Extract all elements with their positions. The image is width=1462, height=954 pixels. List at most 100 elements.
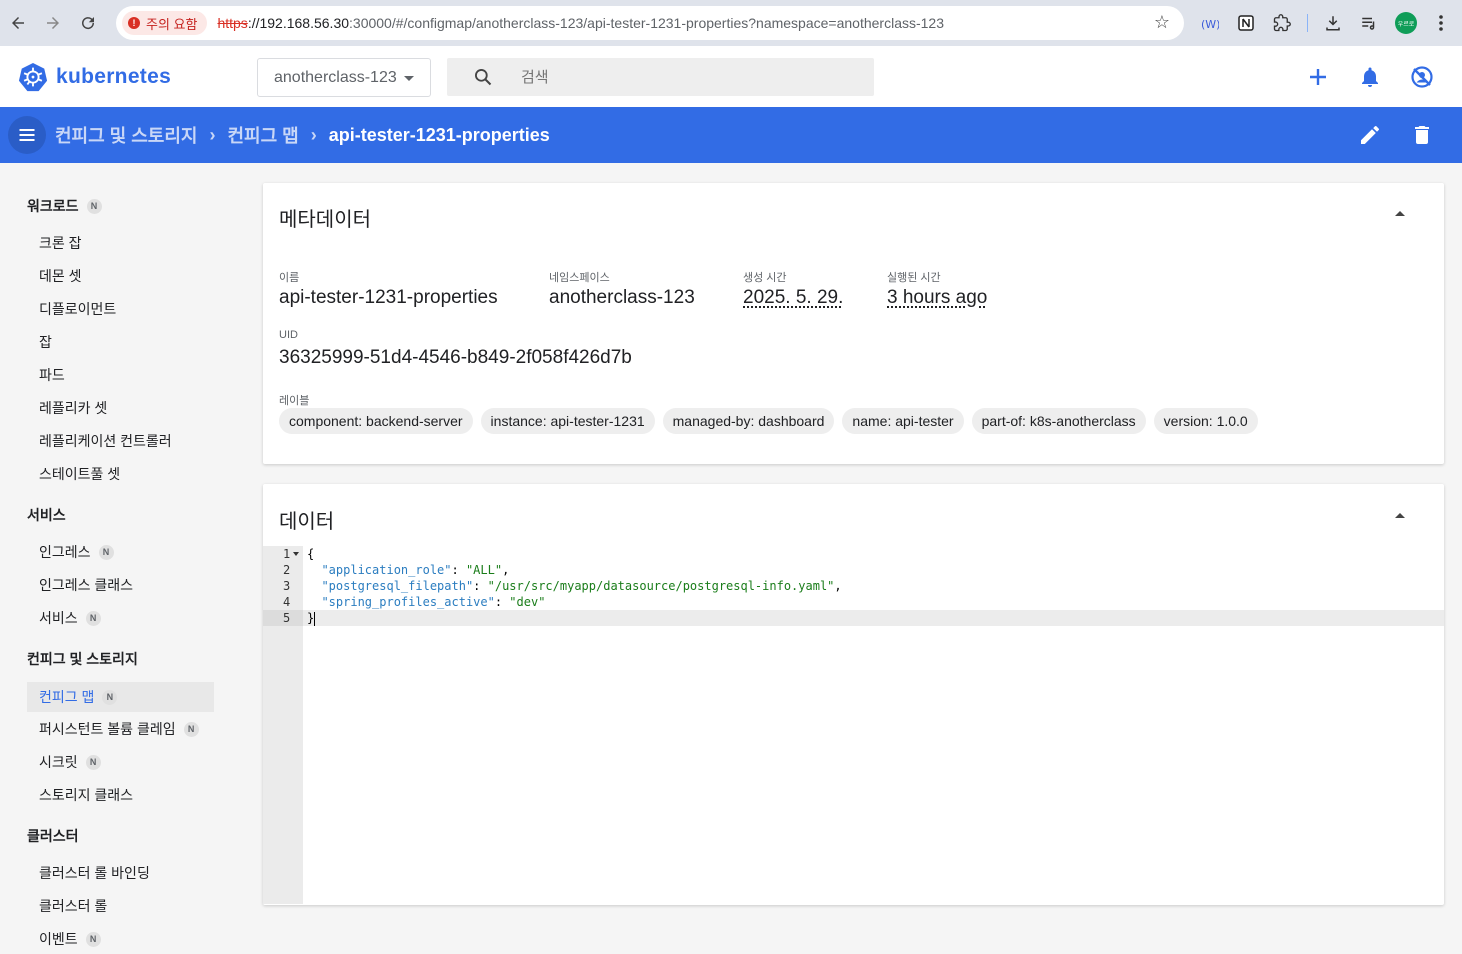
sidebar-item-label: 레플리카 셋 [39, 398, 107, 418]
forward-icon[interactable] [35, 5, 71, 41]
label-chip: part-of: k8s-anotherclass [972, 408, 1146, 434]
breadcrumb-current: api-tester-1231-properties [329, 125, 550, 146]
sidebar-item-clusterrolebindings[interactable]: 클러스터 롤 바인딩 [27, 858, 214, 888]
menu-button[interactable] [8, 116, 46, 154]
line-number-gutter: 1 2 3 4 5 [263, 546, 303, 904]
search-icon [473, 67, 493, 87]
namespaced-badge: N [86, 755, 101, 770]
search-box[interactable] [447, 58, 874, 96]
json-key: "postgresql_filepath" [321, 579, 473, 593]
kebab-menu-icon[interactable] [1430, 12, 1452, 34]
sidebar-item-services[interactable]: 서비스 N [27, 603, 214, 633]
sidebar-item-secrets[interactable]: 시크릿 N [27, 747, 214, 777]
namespace-select[interactable]: anotherclass-123 [257, 58, 431, 97]
sidebar-item-label: 퍼시스턴트 볼륨 클레임 [39, 719, 176, 739]
sidebar-item-pvcs[interactable]: 퍼시스턴트 볼륨 클레임 N [27, 714, 214, 744]
security-warning-chip[interactable]: ! 주의 요함 [122, 11, 207, 35]
label-chip: name: api-tester [842, 408, 963, 434]
sidebar-item-label: 인그레스 클래스 [39, 575, 133, 595]
delete-trash-icon[interactable] [1410, 123, 1434, 147]
fold-arrow-icon[interactable] [293, 552, 299, 556]
extension-icon[interactable]: (W) [1199, 12, 1221, 34]
bookmark-star-icon[interactable]: ☆ [1154, 12, 1170, 33]
age-value[interactable]: 3 hours ago [887, 287, 987, 309]
json-sep: : [473, 579, 487, 593]
puzzle-icon[interactable] [1271, 12, 1293, 34]
data-title: 데이터 [279, 505, 334, 534]
namespaced-badge: N [86, 611, 101, 626]
sidebar-group-label: 서비스 [27, 505, 66, 525]
code-line: "application_role": "ALL", [307, 562, 509, 578]
address-bar[interactable]: ! 주의 요함 https://192.168.56.30:30000/#/co… [116, 6, 1184, 40]
profile-avatar[interactable]: 우르로 [1395, 12, 1417, 34]
breadcrumb-config-storage[interactable]: 컨피그 및 스토리지 [55, 122, 197, 148]
kubernetes-wheel-icon [18, 62, 48, 92]
search-input[interactable] [521, 69, 821, 86]
labels-label: 레이블 [279, 392, 309, 408]
label-chip: managed-by: dashboard [663, 408, 835, 434]
reload-icon[interactable] [70, 5, 106, 41]
line-number: 5 [263, 610, 303, 626]
sidebar-item-configmaps[interactable]: 컨피그 맵 N [27, 682, 214, 712]
kubernetes-logo[interactable]: kubernetes [18, 62, 171, 92]
sidebar-group-config-storage[interactable]: 컨피그 및 스토리지 [27, 649, 138, 669]
breadcrumb-configmaps[interactable]: 컨피그 맵 [227, 122, 298, 148]
json-key: "application_role" [321, 563, 451, 577]
logo-text: kubernetes [56, 65, 171, 89]
sidebar-item-events[interactable]: 이벤트 N [27, 924, 214, 954]
sidebar-group-services[interactable]: 서비스 [27, 505, 66, 525]
label-chip: instance: api-tester-1231 [481, 408, 655, 434]
sidebar-group-workloads[interactable]: 워크로드 N [27, 196, 102, 216]
sidebar-item-label: 이벤트 [39, 929, 78, 949]
uid-label: UID [279, 329, 298, 341]
profile-text: 우르로 [1398, 19, 1415, 28]
sidebar-item-storageclasses[interactable]: 스토리지 클래스 [27, 780, 214, 810]
collapse-arrow-icon[interactable] [1395, 211, 1405, 216]
namespace-value: anotherclass-123 [549, 287, 695, 309]
notion-icon[interactable] [1235, 12, 1257, 34]
created-value[interactable]: 2025. 5. 29. [743, 287, 843, 309]
security-warning-text: 주의 요함 [146, 14, 197, 33]
sidebar-item-label: 스테이트풀 셋 [39, 464, 120, 484]
sidebar-group-label: 워크로드 [27, 196, 79, 216]
url-host: ://192.168.56.30 [248, 15, 349, 31]
label-chip: version: 1.0.0 [1154, 408, 1258, 434]
namespace-select-value: anotherclass-123 [274, 69, 397, 87]
account-off-icon[interactable] [1410, 65, 1434, 89]
metadata-title: 메타데이터 [279, 203, 371, 232]
code-line: "postgresql_filepath": "/usr/src/myapp/d… [307, 578, 842, 594]
hamburger-icon [17, 125, 37, 145]
sidebar-item-label: 인그레스 [39, 542, 91, 562]
json-key: "spring_profiles_active" [321, 595, 494, 609]
sidebar-item-ingresses[interactable]: 인그레스 N [27, 537, 214, 567]
code-line: { [307, 546, 314, 562]
sidebar-item-statefulsets[interactable]: 스테이트풀 셋 [27, 459, 214, 489]
sidebar-item-deployments[interactable]: 디플로이먼트 [27, 294, 214, 324]
sidebar-item-replicationcontrollers[interactable]: 레플리케이션 컨트롤러 [27, 426, 214, 456]
media-queue-icon[interactable] [1358, 12, 1380, 34]
url-path: :30000/#/configmap/anotherclass-123/api-… [349, 15, 944, 31]
sidebar-group-cluster[interactable]: 클러스터 [27, 826, 79, 846]
sidebar-item-clusterroles[interactable]: 클러스터 롤 [27, 891, 214, 921]
sidebar-item-jobs[interactable]: 잡 [27, 327, 214, 357]
edit-pencil-icon[interactable] [1358, 123, 1382, 147]
text-cursor [314, 612, 315, 626]
json-value: "ALL" [466, 563, 502, 577]
notifications-bell-icon[interactable] [1358, 65, 1382, 89]
collapse-arrow-icon[interactable] [1395, 513, 1405, 518]
sidebar-item-ingressclasses[interactable]: 인그레스 클래스 [27, 570, 214, 600]
sidebar-item-pods[interactable]: 파드 [27, 360, 214, 390]
age-label: 실행된 시간 [887, 269, 941, 285]
sidebar-item-cronjobs[interactable]: 크론 잡 [27, 228, 214, 258]
back-icon[interactable] [0, 5, 36, 41]
download-icon[interactable] [1322, 12, 1344, 34]
code-editor[interactable]: 1 2 3 4 5 { "application_role": "ALL", "… [263, 546, 1444, 904]
url-text[interactable]: https://192.168.56.30:30000/#/configmap/… [217, 15, 944, 31]
url-scheme: https [217, 15, 247, 31]
namespaced-badge: N [87, 199, 102, 214]
sidebar-item-replicasets[interactable]: 레플리카 셋 [27, 393, 214, 423]
namespaced-badge: N [86, 932, 101, 947]
add-icon[interactable] [1306, 65, 1330, 89]
sidebar-item-daemonsets[interactable]: 데몬 셋 [27, 261, 214, 291]
brace: { [307, 547, 314, 561]
